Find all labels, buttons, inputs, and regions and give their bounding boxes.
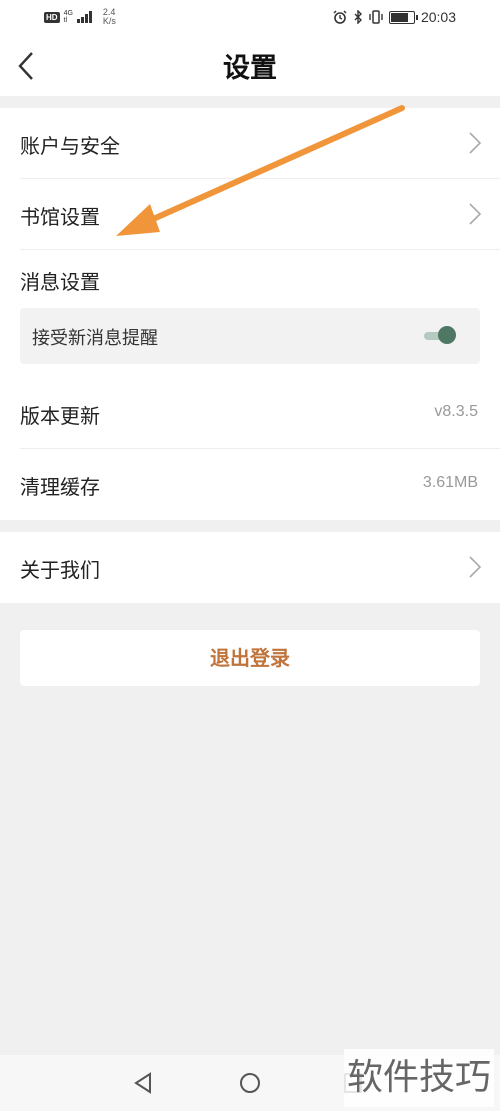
vibrate-icon (369, 10, 383, 24)
logout-button[interactable]: 退出登录 (20, 630, 480, 686)
library-settings-row[interactable]: 书馆设置 (0, 179, 500, 250)
top-app-bar: 设置 (0, 36, 500, 96)
cache-size-value: 3.61MB (422, 474, 478, 491)
notify-panel: 接受新消息提醒 (20, 308, 480, 364)
signal-icon (76, 11, 92, 23)
page-title: 设置 (223, 53, 277, 84)
about-us-label: 关于我们 (20, 558, 100, 582)
message-settings-label: 消息设置 (20, 270, 100, 294)
clock: 20:03 (420, 9, 456, 25)
nav-home-icon[interactable] (238, 1071, 262, 1095)
about-us-row[interactable]: 关于我们 (0, 532, 500, 603)
network-indicator: 4G tl (64, 10, 73, 24)
clear-cache-label: 清理缓存 (20, 475, 100, 499)
version-row[interactable]: 版本更新 v8.3.5 (0, 378, 500, 449)
version-value: v8.3.5 (434, 403, 478, 420)
chevron-right-icon (469, 556, 482, 578)
nav-back-icon[interactable] (132, 1071, 154, 1095)
net-speed-unit: K/s (102, 16, 116, 26)
chevron-right-icon (469, 132, 482, 154)
network-type: 4G (63, 10, 73, 17)
battery-icon (388, 10, 418, 24)
settings-group-about: 关于我们 (0, 532, 500, 603)
message-settings-row: 消息设置 (0, 250, 500, 308)
toggle-knob (438, 326, 456, 344)
battery-fill (390, 12, 408, 22)
library-settings-label: 书馆设置 (20, 205, 100, 229)
network-sub: tl (63, 17, 68, 24)
net-speed: 2.4 K/s (103, 8, 116, 26)
account-security-row[interactable]: 账户与安全 (0, 108, 500, 179)
notify-label: 接受新消息提醒 (32, 328, 158, 349)
alarm-icon (333, 10, 347, 24)
chevron-right-icon (469, 203, 482, 225)
clear-cache-row[interactable]: 清理缓存 3.61MB (0, 449, 500, 520)
version-label: 版本更新 (20, 404, 100, 428)
status-bar: HD 4G tl 2.4 K/s 20:03 (0, 0, 500, 36)
bluetooth-icon (354, 10, 362, 24)
notify-toggle[interactable] (422, 326, 456, 346)
hd-badge: HD (44, 11, 60, 23)
watermark: 软件技巧 (344, 1049, 494, 1107)
account-security-label: 账户与安全 (20, 134, 120, 158)
settings-group-main: 账户与安全 书馆设置 消息设置 接受新消息提醒 版本更新 v8.3.5 清理缓存… (0, 108, 500, 520)
